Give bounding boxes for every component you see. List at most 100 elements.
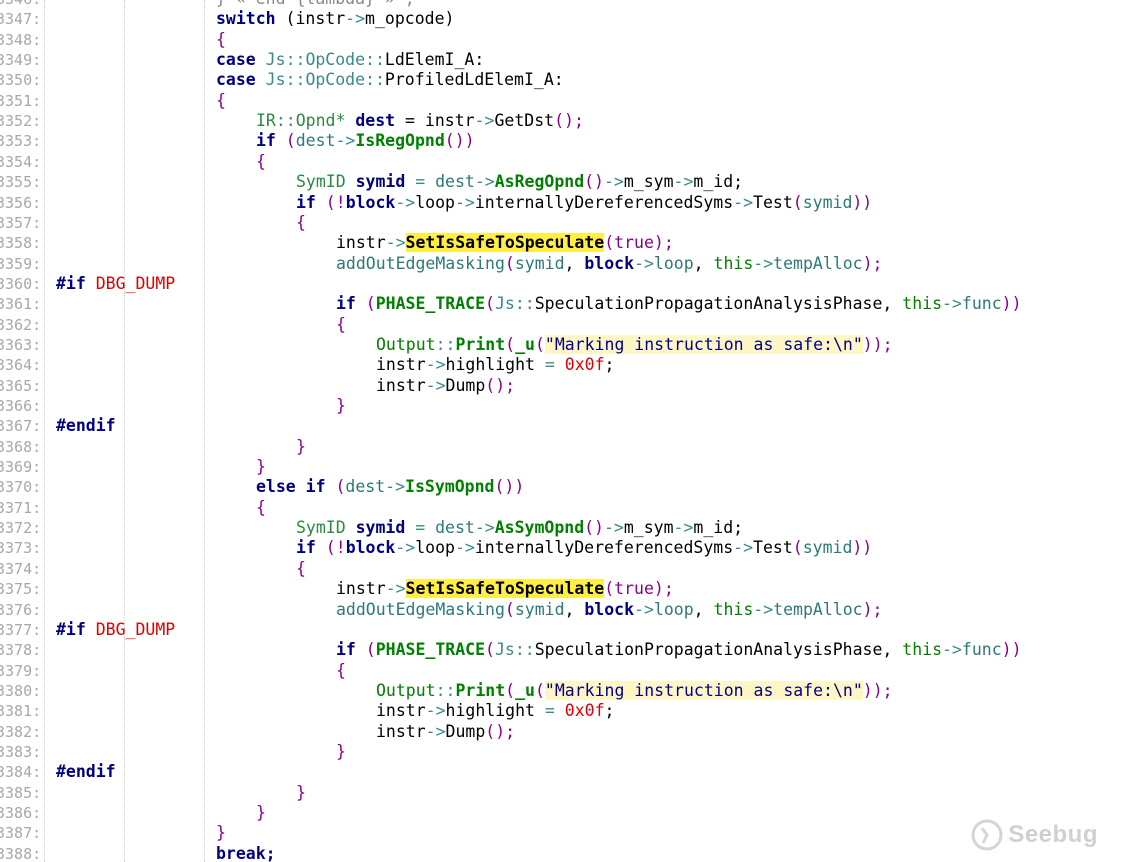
code-token: ( bbox=[792, 192, 803, 212]
code-line[interactable]: 3386:} bbox=[0, 803, 1126, 824]
code-line[interactable]: 3380: Output::Print(_u("Marking instructi… bbox=[0, 680, 1126, 702]
code-token: = instr bbox=[395, 111, 475, 131]
code-token: -> bbox=[604, 518, 624, 538]
code-line[interactable]: 3350: case Js::OpCode::ProfiledLdElemI_A: bbox=[0, 70, 1126, 91]
code-token: symid bbox=[355, 518, 406, 538]
code-text: Output::Print(_u("Marking instruction as… bbox=[376, 334, 893, 356]
code-token: -> bbox=[753, 599, 774, 619]
code-token: func bbox=[961, 640, 1002, 660]
code-line[interactable]: 3374: { bbox=[0, 559, 1126, 580]
code-line[interactable]: 3376: addOutEdgeMasking(symid, block->loo… bbox=[0, 600, 1126, 621]
line-number: 3355: bbox=[0, 173, 42, 192]
code-line[interactable]: 3363: Output::Print(_u("Marking instructi… bbox=[0, 334, 1126, 356]
code-line[interactable]: 3347: switch (instr->m_opcode) bbox=[0, 9, 1126, 30]
code-line[interactable]: 3361: if (PHASE_TRACE(Js::SpeculationProp… bbox=[0, 294, 1126, 315]
code-token: ( bbox=[485, 640, 495, 660]
code-line[interactable]: 3358: instr->SetIsSafeToSpeculate(true); bbox=[0, 233, 1126, 254]
code-line[interactable]: 3372: SymID symid = dest->AsSymOpnd()->m_… bbox=[0, 518, 1126, 539]
code-text: switch (instr->m_opcode) bbox=[216, 9, 454, 30]
code-token: dest bbox=[435, 172, 475, 192]
code-line[interactable]: 3367: #endif bbox=[0, 416, 1126, 437]
code-token: tempAlloc bbox=[773, 253, 863, 273]
code-line[interactable]: 3359: addOutEdgeMasking(symid, block->loo… bbox=[0, 254, 1126, 275]
code-token: -> bbox=[634, 253, 654, 273]
code-token: , bbox=[882, 640, 903, 660]
code-line[interactable]: 3356: if (!block->loop->internallyDerefer… bbox=[0, 193, 1126, 214]
code-token: , bbox=[693, 599, 714, 619]
code-token: -> bbox=[385, 477, 406, 497]
code-line[interactable]: 3373: if (!block->loop->internallyDerefer… bbox=[0, 538, 1126, 559]
code-line[interactable]: 3375: instr->SetIsSafeToSpeculate(true); bbox=[0, 579, 1126, 600]
code-line[interactable]: 3387:} bbox=[0, 823, 1126, 844]
code-line[interactable]: 3360: #if DBG_DUMP bbox=[0, 274, 1126, 295]
code-token: :: bbox=[435, 334, 456, 354]
code-token: -> bbox=[753, 253, 774, 273]
code-token: _u bbox=[515, 334, 535, 354]
code-line[interactable]: 3353: if (dest->IsRegOpnd()) bbox=[0, 131, 1126, 152]
code-token: ); bbox=[653, 579, 674, 599]
code-line[interactable]: 3382: instr->Dump(); bbox=[0, 722, 1126, 743]
line-number: 3388: bbox=[0, 844, 42, 862]
code-token: loop bbox=[415, 538, 455, 558]
code-text: IR::Opnd* dest = instr->GetDst(); bbox=[256, 111, 584, 132]
code-token: , bbox=[882, 294, 903, 314]
code-line[interactable]: 3357: { bbox=[0, 213, 1126, 234]
code-line[interactable]: 3354: { bbox=[0, 152, 1126, 173]
code-token: symid bbox=[355, 172, 406, 192]
code-line[interactable]: 3346:} « end {lambda} » ; bbox=[0, 0, 1126, 10]
code-line[interactable]: 3384: #endif bbox=[0, 762, 1126, 783]
code-token: #endif bbox=[56, 762, 116, 782]
code-token: IsRegOpnd bbox=[355, 131, 445, 151]
code-token: ( bbox=[325, 477, 346, 497]
code-line[interactable]: 3381: instr->highlight = 0x0f; bbox=[0, 701, 1126, 722]
line-number: 3375: bbox=[0, 580, 42, 599]
code-line[interactable]: 3383:} bbox=[0, 742, 1126, 763]
code-line[interactable]: 3366:} bbox=[0, 396, 1126, 417]
code-text: { bbox=[256, 498, 266, 519]
code-line[interactable]: 3351: { bbox=[0, 91, 1126, 112]
line-number: 3348: bbox=[0, 30, 42, 49]
code-line[interactable]: 3379: { bbox=[0, 661, 1126, 682]
code-token: if bbox=[336, 294, 356, 314]
code-token: 0x0f bbox=[564, 355, 605, 375]
code-token: ( bbox=[505, 334, 516, 354]
code-token: instr bbox=[376, 375, 426, 395]
code-token: Js bbox=[494, 294, 515, 314]
code-token: instr bbox=[336, 233, 386, 253]
code-token: { bbox=[256, 497, 266, 517]
code-line[interactable]: 3348: { bbox=[0, 30, 1126, 51]
code-token: )) bbox=[1001, 640, 1022, 660]
code-line[interactable]: 3364: instr->highlight = 0x0f; bbox=[0, 355, 1126, 376]
code-text: instr->Dump(); bbox=[376, 376, 515, 397]
code-token: -> bbox=[673, 518, 694, 538]
code-token: ( bbox=[355, 294, 376, 314]
code-token: } bbox=[336, 741, 346, 761]
code-line[interactable]: 3377: #if DBG_DUMP bbox=[0, 620, 1126, 641]
code-token: Js bbox=[255, 70, 286, 90]
line-number: 3374: bbox=[0, 559, 42, 578]
code-token: internallyDereferencedSyms bbox=[474, 538, 734, 558]
line-number: 3360: bbox=[0, 274, 42, 293]
code-token: break; bbox=[216, 843, 276, 862]
code-line[interactable]: 3368:} bbox=[0, 437, 1126, 458]
code-line[interactable]: 3365: instr->Dump(); bbox=[0, 376, 1126, 397]
line-number: 3384: bbox=[0, 763, 42, 782]
code-line[interactable]: 3388: break; bbox=[0, 844, 1126, 862]
code-token: block bbox=[345, 538, 396, 558]
code-line[interactable]: 3352: IR::Opnd* dest = instr->GetDst(); bbox=[0, 111, 1126, 132]
code-text: SymID symid = dest->AsSymOpnd()->m_sym->… bbox=[296, 518, 743, 539]
code-line[interactable]: 3385:} bbox=[0, 783, 1126, 804]
watermark-text: Seebug bbox=[1008, 821, 1098, 848]
code-line[interactable]: 3349: case Js::OpCode::LdElemI_A: bbox=[0, 50, 1126, 71]
line-number: 3347: bbox=[0, 10, 42, 29]
code-token: ( bbox=[504, 599, 515, 619]
code-token: ( bbox=[504, 253, 515, 273]
code-line[interactable]: 3362: { bbox=[0, 315, 1126, 336]
code-token: ( bbox=[355, 640, 376, 660]
code-line[interactable]: 3370: else if (dest->IsSymOpnd()) bbox=[0, 477, 1126, 498]
code-editor[interactable]: 3346:} « end {lambda} » ;3347: switch (in… bbox=[0, 0, 1126, 862]
code-line[interactable]: 3371: { bbox=[0, 498, 1126, 519]
code-line[interactable]: 3369:} bbox=[0, 457, 1126, 478]
code-line[interactable]: 3355: SymID symid = dest->AsRegOpnd()->m_… bbox=[0, 172, 1126, 193]
code-line[interactable]: 3378: if (PHASE_TRACE(Js::SpeculationProp… bbox=[0, 640, 1126, 661]
